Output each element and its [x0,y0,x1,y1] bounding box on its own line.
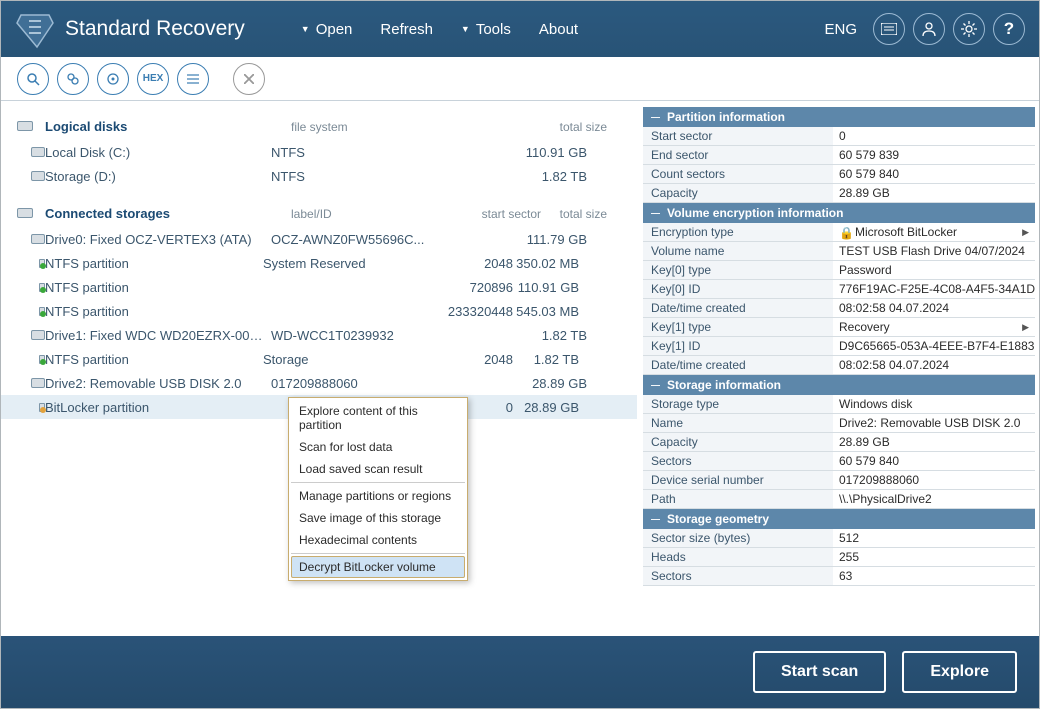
raid-button[interactable] [57,63,89,95]
context-menu-item[interactable]: Save image of this storage [291,507,465,529]
list-button[interactable] [177,63,209,95]
partition-row[interactable]: NTFS partition233320448545.03 MB [1,299,637,323]
property-row: Storage typeWindows disk [643,395,1035,414]
explore-button[interactable]: Explore [902,651,1017,693]
drive-row[interactable]: Drive2: Removable USB DISK 2.00172098880… [1,371,637,395]
menu-open[interactable]: ▼Open [301,21,353,38]
caret-down-icon: ▼ [461,24,470,34]
main-menu: ▼Open Refresh ▼Tools About [301,21,578,38]
properties-panel: —Partition informationStart sector0End s… [637,101,1039,636]
main-area: Logical disksfile systemtotal sizeLocal … [1,101,1039,636]
panel-header[interactable]: —Storage geometry [643,509,1035,529]
partition-row[interactable]: NTFS partitionSystem Reserved2048350.02 … [1,251,637,275]
context-menu-item[interactable]: Load saved scan result [291,458,465,480]
property-row: Key[1] typeRecovery▶ [643,318,1035,337]
language-selector[interactable]: ENG [824,21,857,38]
help-icon[interactable]: ? [993,13,1025,45]
menu-refresh[interactable]: Refresh [380,21,433,38]
hex-button[interactable]: HEX [137,63,169,95]
disk-button[interactable] [97,63,129,95]
user-icon[interactable] [913,13,945,45]
partition-row[interactable]: NTFS partition720896110.91 GB [1,275,637,299]
caret-down-icon: ▼ [301,24,310,34]
menu-about[interactable]: About [539,21,578,38]
property-row: Date/time created08:02:58 04.07.2024 [643,356,1035,375]
property-row: Start sector0 [643,127,1035,146]
property-row: Sectors60 579 840 [643,452,1035,471]
property-row: Volume nameTEST USB Flash Drive 04/07/20… [643,242,1035,261]
panel-header[interactable]: —Storage information [643,375,1035,395]
title-bar: Standard Recovery ▼Open Refresh ▼Tools A… [1,1,1039,57]
context-menu-item[interactable]: Decrypt BitLocker volume [291,556,465,578]
gear-icon[interactable] [953,13,985,45]
drive-row[interactable]: Drive1: Fixed WDC WD20EZRX-00DC0...WD-WC… [1,323,637,347]
context-menu: Explore content of this partitionScan fo… [288,397,468,581]
search-button[interactable] [17,63,49,95]
property-row: Sectors63 [643,567,1035,586]
panel-header[interactable]: —Partition information [643,107,1035,127]
context-menu-item[interactable]: Manage partitions or regions [291,485,465,507]
property-row: Capacity28.89 GB [643,184,1035,203]
close-button[interactable] [233,63,265,95]
panel-header[interactable]: —Volume encryption information [643,203,1035,223]
property-row: Count sectors60 579 840 [643,165,1035,184]
property-row: NameDrive2: Removable USB DISK 2.0 [643,414,1035,433]
property-row: End sector60 579 839 [643,146,1035,165]
start-scan-button[interactable]: Start scan [753,651,886,693]
property-row: Capacity28.89 GB [643,433,1035,452]
property-row: Device serial number017209888060 [643,471,1035,490]
logical-disk-row[interactable]: Local Disk (C:)NTFS110.91 GB [1,140,637,164]
menu-tools[interactable]: ▼Tools [461,21,511,38]
property-row: Key[0] typePassword [643,261,1035,280]
registration-icon[interactable] [873,13,905,45]
footer: Start scan Explore [1,636,1039,708]
property-row: Key[0] ID776F19AC-F25E-4C08-A4F5-34A1D3E [643,280,1035,299]
app-logo-icon [15,9,55,49]
property-row: Path\\.\PhysicalDrive2 [643,490,1035,509]
toolbar: HEX [1,57,1039,101]
property-row: Key[1] IDD9C65665-053A-4EEE-B7F4-E1883C9… [643,337,1035,356]
context-menu-item[interactable]: Scan for lost data [291,436,465,458]
drive-row[interactable]: Drive0: Fixed OCZ-VERTEX3 (ATA)OCZ-AWNZ0… [1,227,637,251]
app-title: Standard Recovery [65,17,245,41]
logical-disk-row[interactable]: Storage (D:)NTFS1.82 TB [1,164,637,188]
property-row: Sector size (bytes)512 [643,529,1035,548]
property-row: Heads255 [643,548,1035,567]
property-row: Encryption type🔒Microsoft BitLocker▶ [643,223,1035,242]
property-row: Date/time created08:02:58 04.07.2024 [643,299,1035,318]
context-menu-item[interactable]: Explore content of this partition [291,400,465,436]
partition-row[interactable]: NTFS partitionStorage20481.82 TB [1,347,637,371]
context-menu-item[interactable]: Hexadecimal contents [291,529,465,551]
